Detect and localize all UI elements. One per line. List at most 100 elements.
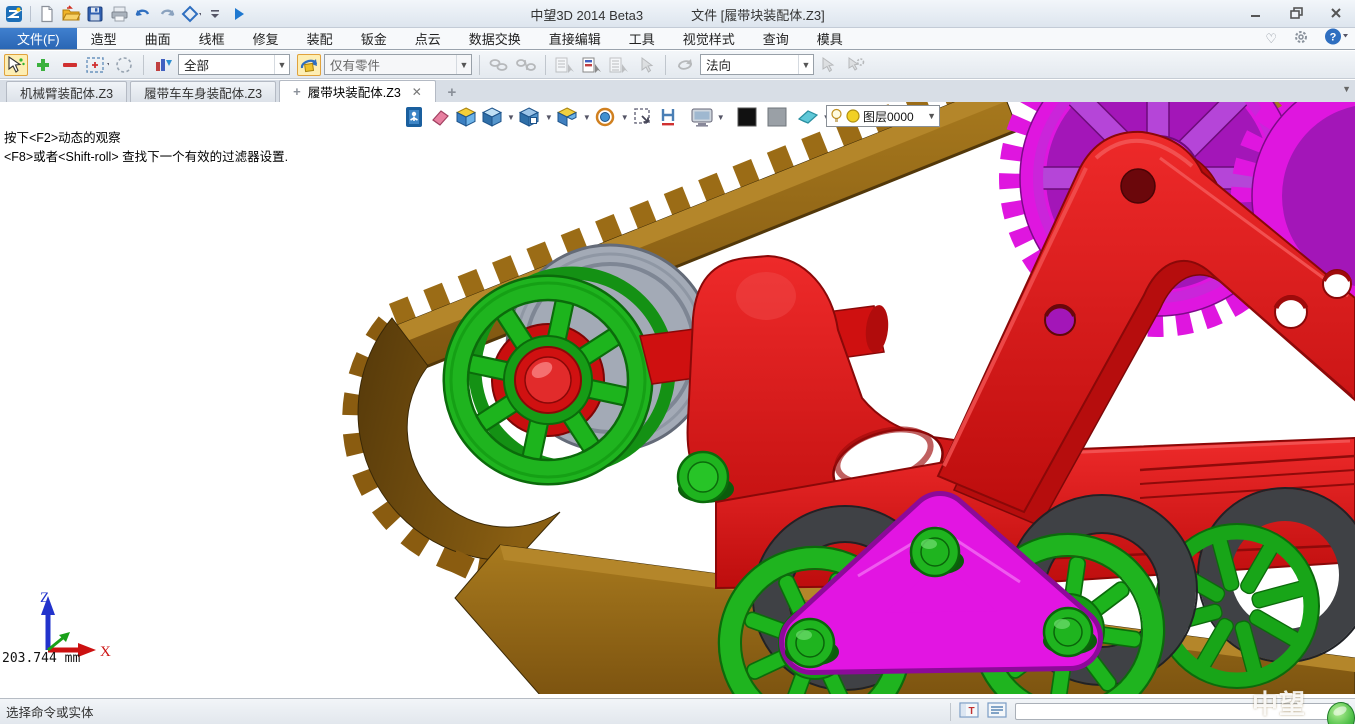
tab-robot-arm-assembly[interactable]: 机械臂装配体.Z3 (6, 81, 127, 102)
menu-shape[interactable]: 造型 (77, 28, 131, 49)
smart-pick-icon[interactable] (4, 54, 28, 76)
graphics-viewport[interactable]: 按下<F2>动态的观察 <F8>或者<Shift-roll> 查找下一个有效的过… (0, 102, 1355, 698)
color-filter-icon[interactable] (151, 54, 175, 76)
svg-text:?: ? (1330, 32, 1337, 44)
reverse-direction-icon[interactable] (673, 54, 697, 76)
menu-file[interactable]: 文件(F) (0, 28, 77, 49)
new-tab-button[interactable]: + (439, 82, 465, 102)
pick-lasso-icon[interactable] (112, 54, 136, 76)
layer-name: 图层0000 (863, 108, 914, 125)
remove-pick-icon[interactable] (58, 54, 82, 76)
add-pick-icon[interactable] (31, 54, 55, 76)
exit-environment-icon[interactable] (402, 106, 425, 129)
undo-icon[interactable] (133, 4, 153, 24)
layer-combobox[interactable]: 图层0000 ▼ (826, 105, 940, 127)
chevron-down-icon[interactable]: ▼ (717, 113, 725, 122)
new-file-icon[interactable] (37, 4, 57, 24)
minimize-button[interactable] (1243, 4, 1269, 22)
cursor-pick-icon[interactable] (634, 54, 658, 76)
clear-highlight-icon[interactable] (796, 106, 819, 129)
redo-icon[interactable] (157, 4, 177, 24)
separator (143, 55, 144, 75)
part-filter-value: 仅有零件 (330, 55, 380, 74)
erase-icon[interactable] (428, 106, 451, 129)
menu-pointcloud[interactable]: 点云 (401, 28, 455, 49)
chevron-down-icon[interactable]: ▼ (798, 55, 813, 74)
toolbar-options-icon[interactable] (205, 4, 225, 24)
menu-repair[interactable]: 修复 (239, 28, 293, 49)
menu-mold[interactable]: 模具 (803, 28, 857, 49)
app-title: 中望3D 2014 Beta3 (530, 5, 643, 24)
zoom-lens-icon[interactable] (594, 106, 617, 129)
pick-settings-icon[interactable] (844, 54, 868, 76)
menu-data-exchange[interactable]: 数据交换 (455, 28, 535, 49)
background-gray-swatch[interactable] (766, 106, 789, 129)
open-file-icon[interactable] (61, 4, 81, 24)
link-chain-icon[interactable] (487, 54, 511, 76)
layer-color-swatch[interactable] (846, 109, 860, 123)
menu-visual-style[interactable]: 视觉样式 (669, 28, 749, 49)
pick-box-icon[interactable] (85, 54, 109, 76)
ribbon-menu-bar: 文件(F) 造型 曲面 线框 修复 装配 钣金 点云 数据交换 直接编辑 工具 … (0, 28, 1355, 50)
close-tab-icon[interactable]: ✕ (412, 85, 422, 99)
section-view-icon[interactable] (556, 106, 579, 129)
status-input-field[interactable] (1015, 703, 1349, 720)
align-view-icon[interactable] (658, 106, 681, 129)
menu-wireframe[interactable]: 线框 (185, 28, 239, 49)
print-icon[interactable] (109, 4, 129, 24)
menu-inquire[interactable]: 查询 (749, 28, 803, 49)
restore-button[interactable] (1283, 4, 1309, 22)
view-mode-icon[interactable] (181, 4, 201, 24)
display-mode-icon[interactable] (690, 106, 713, 129)
zoom-window-icon[interactable] (632, 106, 655, 129)
orbit-mode-icon[interactable] (297, 54, 321, 76)
menu-assembly[interactable]: 装配 (293, 28, 347, 49)
chevron-down-icon[interactable]: ▼ (545, 113, 553, 122)
app-logo-icon[interactable] (4, 4, 24, 24)
pick-direction-icon[interactable] (817, 54, 841, 76)
tab-list-chevron-icon[interactable]: ▼ (1342, 84, 1351, 94)
menu-surface[interactable]: 曲面 (131, 28, 185, 49)
start-play-icon[interactable] (229, 4, 249, 24)
zw3d-application-window: { "window": { "app_title": "中望3D 2014 Be… (0, 0, 1355, 724)
tab-label: 履带块装配体.Z3 (308, 82, 401, 101)
help-icon[interactable]: ? (1325, 28, 1349, 50)
chevron-down-icon[interactable]: ▼ (456, 55, 471, 74)
settings-gear-icon[interactable] (1293, 29, 1309, 50)
direction-filter-combobox[interactable]: 法向 ▼ (700, 54, 814, 75)
chevron-down-icon[interactable]: ▼ (274, 55, 289, 74)
chevron-down-icon[interactable]: ▼ (927, 111, 936, 121)
background-black-swatch[interactable] (736, 106, 759, 129)
part-filter-combobox[interactable]: 仅有零件 ▼ (324, 54, 472, 75)
tab-track-vehicle-body-assembly[interactable]: 履带车车身装配体.Z3 (130, 81, 276, 102)
message-log-icon[interactable] (987, 702, 1007, 721)
3d-viewport-scene[interactable] (0, 102, 1355, 698)
list-pick-colored-icon[interactable] (580, 54, 604, 76)
lightbulb-icon (830, 108, 843, 124)
list-all-icon[interactable] (607, 54, 631, 76)
tab-track-block-assembly[interactable]: + 履带块装配体.Z3 ✕ (279, 80, 436, 102)
separator (479, 55, 480, 75)
menu-sheetmetal[interactable]: 钣金 (347, 28, 401, 49)
unlink-chain-icon[interactable] (514, 54, 538, 76)
menu-direct-edit[interactable]: 直接编辑 (535, 28, 615, 49)
view-toolbar: ▼ ▼ ▼ ▼ ▼ ▼ (402, 104, 831, 130)
quick-access-toolbar (0, 4, 249, 24)
show-target-icon[interactable] (454, 106, 477, 129)
list-pick-icon[interactable] (553, 54, 577, 76)
separator (950, 703, 951, 721)
view-orientation-icon[interactable] (518, 106, 541, 129)
menu-tools[interactable]: 工具 (615, 28, 669, 49)
favorite-icon[interactable]: ♡ (1265, 31, 1277, 47)
entity-filter-combobox[interactable]: 全部 ▼ (178, 54, 290, 75)
chevron-down-icon[interactable]: ▼ (507, 113, 515, 122)
save-file-icon[interactable] (85, 4, 105, 24)
title-bar: 中望3D 2014 Beta3 文件 [履带块装配体.Z3] (0, 0, 1355, 28)
close-button[interactable] (1323, 4, 1349, 22)
shade-mode-icon[interactable] (480, 106, 503, 129)
chevron-down-icon[interactable]: ▼ (583, 113, 591, 122)
chevron-down-icon[interactable]: ▼ (621, 113, 629, 122)
panel-toggle-icon[interactable]: T (959, 702, 979, 721)
prompt-line-1: 按下<F2>动态的观察 (4, 129, 288, 148)
svg-text:T: T (968, 706, 974, 717)
